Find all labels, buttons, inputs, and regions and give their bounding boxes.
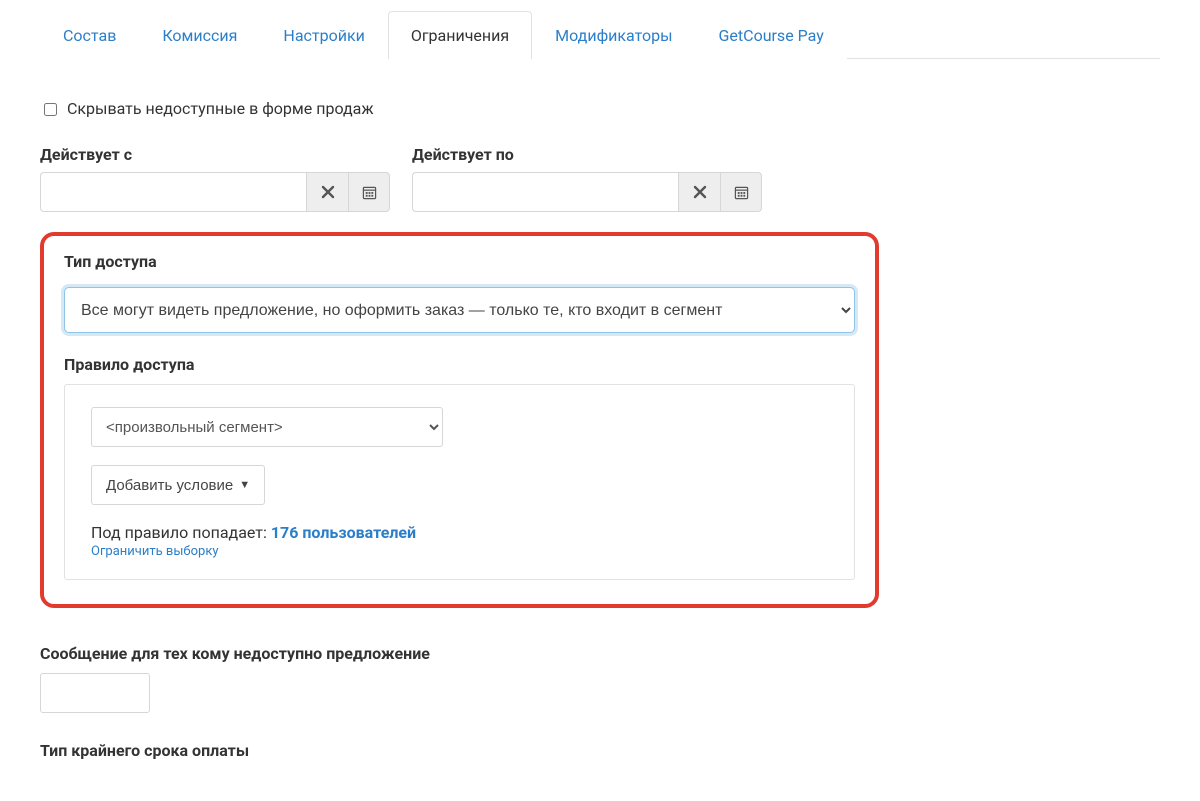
date-from-clear-button[interactable] xyxy=(306,172,348,212)
hide-unavailable-row: Скрывать недоступные в форме продаж xyxy=(40,99,1160,119)
date-to-calendar-button[interactable] xyxy=(720,172,762,212)
add-condition-button[interactable]: Добавить условие ▼ xyxy=(91,465,265,505)
date-to-group xyxy=(412,172,762,212)
hide-unavailable-checkbox[interactable] xyxy=(44,103,57,116)
access-rule-label: Правило доступа xyxy=(64,355,855,374)
date-from-label: Действует с xyxy=(40,145,390,164)
tab-getcourse-pay[interactable]: GetCourse Pay xyxy=(696,11,847,59)
deadline-type-label: Тип крайнего срока оплаты xyxy=(40,741,1160,760)
access-highlight-box: Тип доступа Все могут видеть предложение… xyxy=(40,232,879,608)
date-range: Действует с Действует по xyxy=(40,145,1160,212)
tab-ogranicheniya[interactable]: Ограничения xyxy=(388,11,532,59)
caret-down-icon: ▼ xyxy=(239,479,250,491)
tab-nastroyki[interactable]: Настройки xyxy=(260,11,387,59)
access-type-label: Тип доступа xyxy=(64,252,855,271)
unavailable-message-label: Сообщение для тех кому недоступно предло… xyxy=(40,644,1160,663)
rule-match-count-link[interactable]: 176 пользователей xyxy=(271,523,416,542)
segment-select[interactable]: <произвольный сегмент> xyxy=(91,407,443,447)
date-from-field: Действует с xyxy=(40,145,390,212)
calendar-icon xyxy=(362,185,377,200)
calendar-icon xyxy=(734,185,749,200)
limit-selection-link[interactable]: Ограничить выборку xyxy=(91,544,828,559)
close-icon xyxy=(321,185,335,199)
unavailable-message-input[interactable] xyxy=(40,673,150,713)
date-to-input[interactable] xyxy=(412,172,678,212)
tab-sostav[interactable]: Состав xyxy=(40,11,139,59)
hide-unavailable-text: Скрывать недоступные в форме продаж xyxy=(67,99,374,118)
date-to-label: Действует по xyxy=(412,145,762,164)
tabs-bar: Состав Комиссия Настройки Ограничения Мо… xyxy=(40,10,1160,59)
date-from-input[interactable] xyxy=(40,172,306,212)
date-from-group xyxy=(40,172,390,212)
rule-match-prefix: Под правило попадает: xyxy=(91,523,271,542)
hide-unavailable-label[interactable]: Скрывать недоступные в форме продаж xyxy=(40,99,374,118)
tab-modifikatory[interactable]: Модификаторы xyxy=(532,11,695,59)
close-icon xyxy=(693,185,707,199)
access-type-select[interactable]: Все могут видеть предложение, но оформит… xyxy=(64,287,855,333)
tab-komissiya[interactable]: Комиссия xyxy=(139,11,260,59)
date-from-calendar-button[interactable] xyxy=(348,172,390,212)
date-to-clear-button[interactable] xyxy=(678,172,720,212)
add-condition-label: Добавить условие xyxy=(106,477,233,494)
date-to-field: Действует по xyxy=(412,145,762,212)
rule-match-info: Под правило попадает: 176 пользователей … xyxy=(91,523,828,559)
access-rule-box: <произвольный сегмент> Добавить условие … xyxy=(64,384,855,580)
